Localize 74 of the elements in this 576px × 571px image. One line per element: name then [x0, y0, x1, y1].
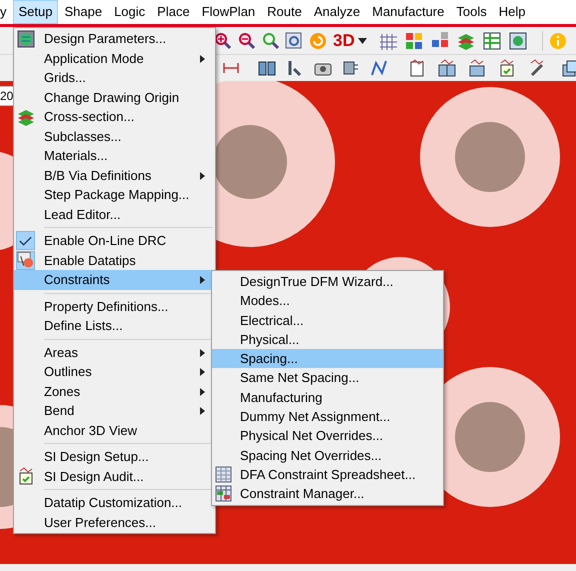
color-squares-icon[interactable] — [404, 32, 423, 50]
menu-option[interactable]: Zones — [14, 382, 215, 401]
squares-icon[interactable] — [430, 32, 449, 50]
menu-item[interactable]: y — [0, 0, 12, 24]
menu-option[interactable]: Property Definitions... — [14, 296, 215, 316]
wrench-icon[interactable] — [286, 59, 304, 77]
datatip-icon — [17, 251, 34, 269]
menu-option[interactable]: Anchor 3D View — [14, 420, 215, 440]
menu-option[interactable]: Step Package Mapping... — [14, 185, 215, 204]
menu-option[interactable]: Bend — [14, 401, 215, 420]
menu-option[interactable]: Enable Datatips — [14, 250, 215, 270]
layers-icon — [16, 108, 34, 126]
menu-option[interactable]: DesignTrue DFM Wizard... — [212, 272, 443, 292]
globe-grid-icon[interactable] — [508, 32, 527, 50]
menu-option[interactable]: Areas — [14, 342, 215, 362]
menu-option[interactable]: Cross-section... — [14, 107, 215, 126]
menu-option[interactable]: Manufacturing — [212, 388, 443, 408]
menu-option[interactable]: Enable On-Line DRC — [14, 231, 215, 250]
chip-label-icon[interactable] — [342, 59, 360, 77]
menu-option[interactable]: Grids... — [14, 68, 215, 88]
caret-icon — [358, 38, 367, 44]
box-icon[interactable] — [468, 59, 486, 77]
menu-option[interactable]: Define Lists... — [14, 316, 215, 336]
layers-icon[interactable] — [456, 32, 475, 50]
menu-item[interactable]: FlowPlan — [196, 0, 262, 24]
menu-option[interactable]: Lead Editor... — [14, 204, 215, 224]
route-icon[interactable] — [370, 59, 388, 77]
menu-option[interactable]: Modes... — [212, 291, 443, 311]
menu-option[interactable]: Constraint Manager... — [212, 484, 443, 504]
spreadsheet-icon — [215, 466, 232, 483]
menu-option[interactable]: Physical Net Overrides... — [212, 426, 443, 446]
grid-icon[interactable] — [378, 32, 397, 50]
menu-option[interactable]: SI Design Setup... — [14, 447, 215, 466]
menu-option[interactable]: Dummy Net Assignment... — [212, 407, 443, 426]
menu-item[interactable]: Place — [151, 0, 196, 24]
menu-item[interactable]: Manufacture — [366, 0, 450, 24]
magnifier-icon[interactable] — [261, 32, 279, 50]
menu-option[interactable]: Outlines — [14, 362, 215, 382]
windows-icon[interactable] — [562, 59, 576, 77]
menu-option[interactable]: Physical... — [212, 330, 443, 350]
menu-option[interactable]: Same Net Spacing... — [212, 368, 443, 388]
zoom-out-icon[interactable] — [237, 32, 255, 50]
menu-option[interactable]: Change Drawing Origin — [14, 88, 215, 107]
menu-item[interactable]: Tools — [450, 0, 493, 24]
menu-option[interactable]: Application Mode — [14, 48, 215, 68]
menu-option[interactable]: Materials... — [14, 146, 215, 166]
audit-icon — [16, 467, 34, 485]
menu-item[interactable]: Logic — [108, 0, 152, 24]
menu-item[interactable]: Help — [492, 0, 532, 24]
book-icon[interactable] — [258, 59, 276, 77]
table-icon[interactable] — [482, 32, 501, 50]
menu-option[interactable]: Design Parameters... — [14, 29, 215, 48]
menu-option[interactable]: User Preferences... — [14, 512, 215, 532]
open-book-icon[interactable] — [438, 59, 456, 77]
menu-item[interactable]: Shape — [58, 0, 108, 24]
three-d-button[interactable]: 3D — [333, 28, 355, 54]
menu-item[interactable]: Setup — [12, 0, 58, 24]
pen-icon[interactable] — [528, 59, 546, 77]
menu-item[interactable]: Analyze — [308, 0, 366, 24]
menu-option[interactable]: DFA Constraint Spreadsheet... — [212, 464, 443, 484]
value-field[interactable]: 20 — [0, 86, 13, 106]
menu-option[interactable]: Datatip Customization... — [14, 493, 215, 512]
globe-icon — [16, 30, 34, 48]
menu-option[interactable]: Spacing Net Overrides... — [212, 446, 443, 465]
menu-option[interactable]: Subclasses... — [14, 126, 215, 146]
checklist-icon[interactable] — [498, 59, 516, 77]
spreadsheet-icon — [215, 485, 232, 502]
menu-option[interactable]: Electrical... — [212, 310, 443, 330]
clipboard-icon[interactable] — [408, 59, 426, 77]
menu-option[interactable]: SI Design Audit... — [14, 466, 215, 486]
menu-item[interactable]: Route — [261, 0, 308, 24]
menu-option[interactable]: Spacing... — [212, 349, 443, 368]
menu-option[interactable]: B/B Via Definitions — [14, 166, 215, 185]
zoom-fit-icon[interactable] — [285, 32, 303, 50]
